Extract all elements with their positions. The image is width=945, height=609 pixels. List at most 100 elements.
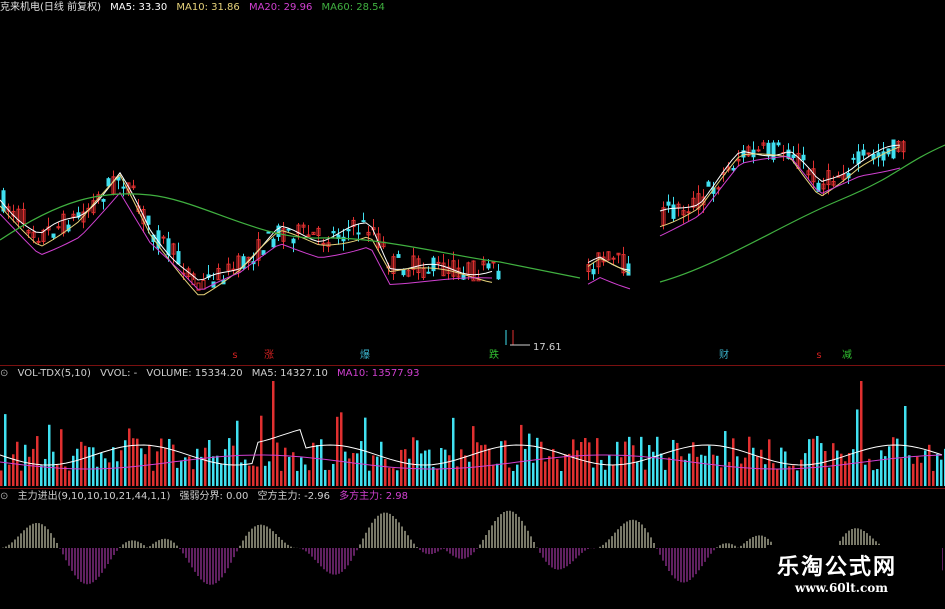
volume-bar xyxy=(212,456,215,486)
volume-bar xyxy=(84,445,87,486)
volume-bar xyxy=(416,440,419,486)
candle-body xyxy=(496,270,501,280)
event-tag[interactable]: 减 xyxy=(840,349,854,362)
vol-ma10-readout: MA10: 13577.93 xyxy=(337,368,420,379)
volume-bar xyxy=(780,447,783,486)
volume-bar xyxy=(456,466,459,486)
volume-bar xyxy=(96,466,99,486)
volume-bar xyxy=(296,470,299,486)
volume-bar xyxy=(412,437,415,486)
volume-bar xyxy=(180,460,183,486)
volume-bar xyxy=(644,469,647,486)
volume-bar xyxy=(908,455,911,486)
candle-body xyxy=(801,154,806,161)
volume-bar xyxy=(184,457,187,486)
volume-bar xyxy=(376,456,379,486)
volume-bar xyxy=(580,441,583,486)
candle-body xyxy=(866,152,871,155)
volume-bar xyxy=(176,467,179,486)
volume-bar xyxy=(40,465,43,486)
volume-bar xyxy=(304,464,307,486)
volume-bar xyxy=(388,467,391,486)
low-price-label: 17.61 xyxy=(533,342,562,353)
volume-bar xyxy=(252,465,255,486)
volume-bar xyxy=(732,438,735,486)
candle-body xyxy=(356,232,361,235)
volume-bar xyxy=(812,438,815,486)
volume-bar xyxy=(560,470,563,486)
volume-bar xyxy=(88,447,91,486)
volume-bar xyxy=(636,462,639,486)
volume-bar xyxy=(392,468,395,486)
volume-bar xyxy=(708,445,711,486)
volume-bar xyxy=(160,438,163,486)
event-tag[interactable]: 跌 xyxy=(487,349,501,362)
vol-ma5-readout: MA5: 14327.10 xyxy=(251,368,328,379)
volume-bar xyxy=(240,462,243,486)
circle-icon[interactable]: ⊙ xyxy=(0,491,8,502)
volume-bar xyxy=(736,456,739,486)
event-tag[interactable]: s xyxy=(228,349,242,362)
circle-icon[interactable]: ⊙ xyxy=(0,368,8,379)
candle-body xyxy=(286,228,291,231)
boundary-readout: 强弱分界: 0.00 xyxy=(179,491,249,502)
volume-bar xyxy=(192,469,195,486)
event-tag[interactable]: 涨 xyxy=(262,349,276,362)
ma20-readout: MA20: 29.96 xyxy=(248,2,313,13)
volume-bar xyxy=(352,453,355,486)
volume-bar xyxy=(264,465,267,486)
volume-bar xyxy=(60,429,63,486)
bear-readout: 空方主力: -2.96 xyxy=(257,491,330,502)
event-tag[interactable]: 爆 xyxy=(358,349,372,362)
volume-bar xyxy=(380,441,383,486)
candle-body xyxy=(436,261,441,264)
volume-bar xyxy=(896,438,899,486)
volume-bar xyxy=(248,465,251,486)
volume-bar xyxy=(832,443,835,486)
volume-bar xyxy=(608,454,611,486)
volume-bar xyxy=(728,461,731,486)
candle-body xyxy=(591,269,596,275)
volume-bar xyxy=(32,448,35,486)
volume-bar xyxy=(432,467,435,486)
event-tag[interactable]: 财 xyxy=(717,349,731,362)
volume-bar xyxy=(852,449,855,486)
volume-bar xyxy=(880,450,883,486)
volume-bar xyxy=(748,436,751,486)
candle-body xyxy=(486,263,491,269)
volume-bar xyxy=(492,464,495,486)
volume-bar xyxy=(28,456,31,486)
volume-bar xyxy=(536,437,539,486)
volume-bar xyxy=(552,448,555,486)
volume-bar xyxy=(476,442,479,486)
volume-bar xyxy=(936,454,939,486)
volume-bar xyxy=(920,462,923,486)
event-tag[interactable]: s xyxy=(812,349,826,362)
volume-bar xyxy=(284,447,287,486)
volume-bar xyxy=(80,441,83,486)
volume-bar xyxy=(8,464,11,486)
candle-body xyxy=(161,236,166,239)
ma10-readout: MA10: 31.86 xyxy=(176,2,240,13)
candle-body xyxy=(426,271,431,274)
volume-bar xyxy=(824,451,827,486)
main-header: 克来机电(日线 前复权) MA5: 33.30 MA10: 31.86 MA20… xyxy=(0,0,391,16)
volume-bar xyxy=(900,458,903,486)
volume-bar xyxy=(336,416,339,486)
volume-bar xyxy=(712,454,715,486)
volume-bar xyxy=(268,461,271,486)
volume-bar xyxy=(672,439,675,486)
candle-body xyxy=(101,198,106,202)
volume-bar xyxy=(224,449,227,486)
volume-bar xyxy=(292,452,295,486)
volume-bar xyxy=(756,456,759,486)
volume-bar xyxy=(760,449,763,486)
volume-bar xyxy=(468,461,471,486)
volume-bar xyxy=(396,470,399,486)
watermark-title: 乐淘公式网 xyxy=(777,555,898,580)
volume-bar xyxy=(568,453,571,486)
volume-bar xyxy=(752,447,755,486)
candle-body xyxy=(36,240,41,243)
volume-bar xyxy=(256,466,259,486)
volume-bar xyxy=(520,424,523,486)
